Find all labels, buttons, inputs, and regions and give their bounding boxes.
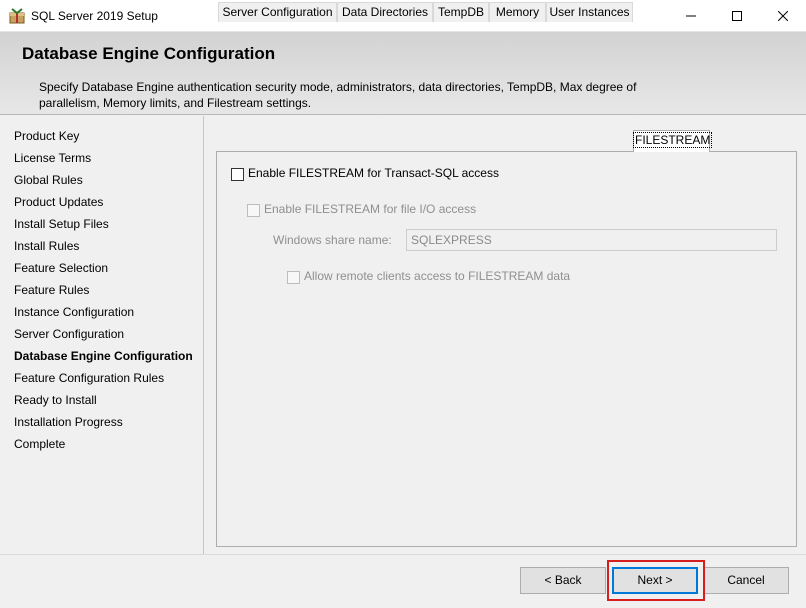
tab-data-directories[interactable]: Data Directories bbox=[337, 2, 433, 22]
setup-steps-nav: Product Key License Terms Global Rules P… bbox=[0, 116, 204, 554]
nav-item-install-rules[interactable]: Install Rules bbox=[14, 239, 79, 253]
page-description-line-2: parallelism, Memory limits, and Filestre… bbox=[39, 96, 312, 110]
tab-filestream-label: FILESTREAM bbox=[632, 132, 713, 148]
nav-item-complete[interactable]: Complete bbox=[14, 437, 65, 451]
next-button-highlight bbox=[607, 560, 705, 601]
tab-tempdb[interactable]: TempDB bbox=[433, 2, 489, 22]
maximize-icon bbox=[732, 10, 742, 21]
nav-item-feature-configuration-rules[interactable]: Feature Configuration Rules bbox=[14, 371, 164, 385]
nav-item-server-configuration[interactable]: Server Configuration bbox=[14, 327, 124, 341]
enable-filestream-tsql-label[interactable]: Enable FILESTREAM for Transact-SQL acces… bbox=[248, 166, 499, 180]
tab-filestream[interactable]: FILESTREAM bbox=[632, 130, 713, 152]
nav-item-ready-to-install[interactable]: Ready to Install bbox=[14, 393, 97, 407]
enable-filestream-tsql-checkbox[interactable] bbox=[231, 168, 244, 181]
sql-server-setup-icon bbox=[9, 8, 25, 24]
window-title: SQL Server 2019 Setup bbox=[31, 9, 158, 23]
enable-filestream-file-io-checkbox[interactable] bbox=[247, 204, 260, 217]
tab-memory[interactable]: Memory bbox=[489, 2, 546, 22]
nav-item-license-terms[interactable]: License Terms bbox=[14, 151, 91, 165]
cancel-button[interactable]: Cancel bbox=[703, 567, 789, 594]
allow-remote-clients-checkbox[interactable] bbox=[287, 271, 300, 284]
nav-item-install-setup-files[interactable]: Install Setup Files bbox=[14, 217, 109, 231]
page-description-line-1: Specify Database Engine authentication s… bbox=[39, 80, 637, 94]
nav-item-global-rules[interactable]: Global Rules bbox=[14, 173, 83, 187]
page-description: Specify Database Engine authentication s… bbox=[39, 79, 659, 111]
close-button[interactable] bbox=[760, 0, 806, 31]
minimize-icon bbox=[686, 15, 696, 16]
nav-item-installation-progress[interactable]: Installation Progress bbox=[14, 415, 123, 429]
nav-item-feature-rules[interactable]: Feature Rules bbox=[14, 283, 89, 297]
page-header: Database Engine Configuration Specify Da… bbox=[0, 32, 806, 115]
enable-filestream-file-io-label[interactable]: Enable FILESTREAM for file I/O access bbox=[264, 202, 476, 216]
nav-item-product-updates[interactable]: Product Updates bbox=[14, 195, 103, 209]
windows-share-name-input[interactable]: SQLEXPRESS bbox=[406, 229, 777, 251]
back-button[interactable]: < Back bbox=[520, 567, 606, 594]
page-title: Database Engine Configuration bbox=[22, 44, 276, 63]
windows-share-name-label: Windows share name: bbox=[273, 233, 392, 247]
tab-user-instances[interactable]: User Instances bbox=[546, 2, 633, 22]
minimize-button[interactable] bbox=[668, 0, 714, 31]
nav-item-database-engine-configuration[interactable]: Database Engine Configuration bbox=[14, 349, 193, 363]
nav-item-feature-selection[interactable]: Feature Selection bbox=[14, 261, 108, 275]
maximize-button[interactable] bbox=[714, 0, 760, 31]
allow-remote-clients-label[interactable]: Allow remote clients access to FILESTREA… bbox=[304, 269, 570, 283]
nav-item-instance-configuration[interactable]: Instance Configuration bbox=[14, 305, 134, 319]
close-icon bbox=[778, 10, 788, 21]
tab-server-configuration[interactable]: Server Configuration bbox=[218, 2, 337, 22]
nav-item-product-key[interactable]: Product Key bbox=[14, 129, 79, 143]
footer-divider bbox=[0, 554, 806, 555]
